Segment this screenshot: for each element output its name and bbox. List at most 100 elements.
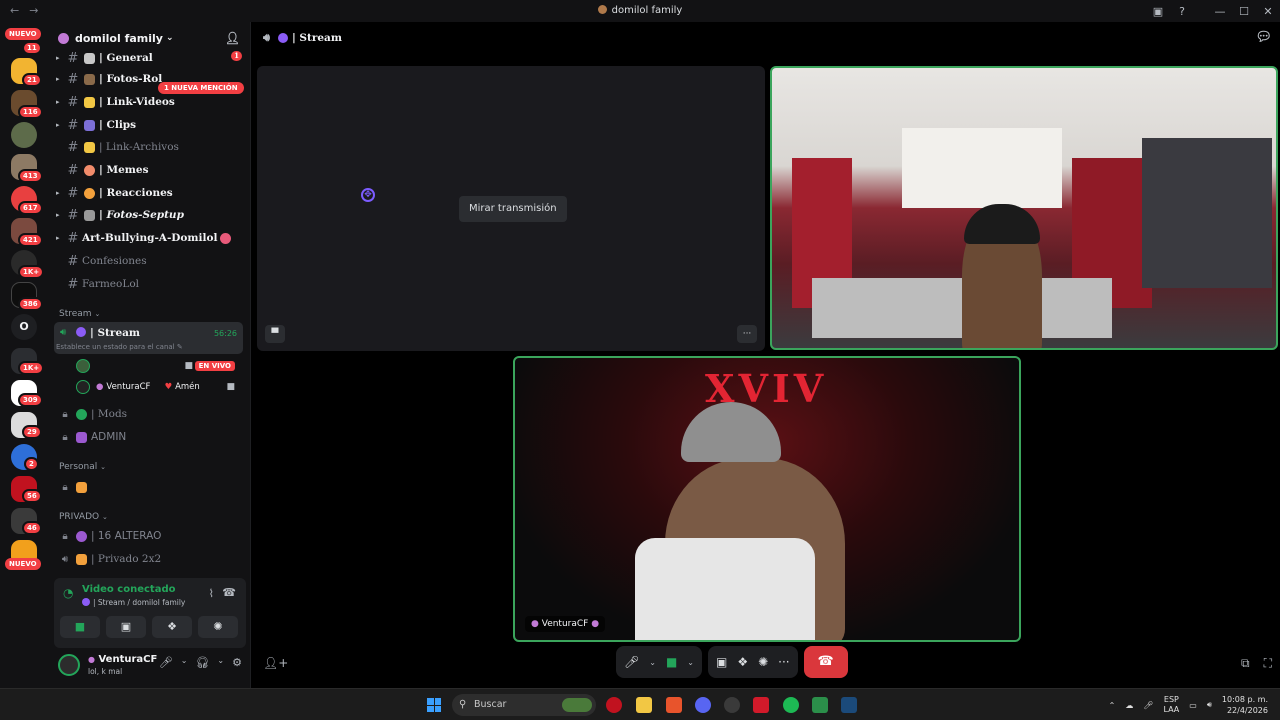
windows-start-icon[interactable] [427,698,441,712]
system-tray: ⌃ ☁ 🎤︎ ESP LAA ▭ 🔊︎ 10:08 p. m. 22/4/2026 [1109,693,1268,717]
title-bar: ← → domilol family ▣ ? — ☐ ✕ [0,0,1280,22]
brave-browser-icon[interactable] [666,697,682,713]
taskbar-search[interactable]: ⚲ Buscar [452,694,596,716]
display-icon[interactable]: ▭ [1189,701,1197,710]
new-pill[interactable]: NUEVO [5,28,41,40]
channel-link-archivos[interactable]: # | Link-Archivos [56,137,242,157]
server-icon-3[interactable] [11,122,37,148]
disconnect-button[interactable]: ☎ [803,646,848,678]
voice-user-2[interactable]: ● VenturaCF ♥ Amén ■ [76,377,241,397]
user-name[interactable]: ● VenturaCF [88,654,157,665]
category-stream[interactable]: Stream ⌄ [59,309,100,319]
channel-label: | Reacciones [99,187,173,199]
activities-button[interactable]: ❖ [152,616,192,638]
network-icon[interactable]: ☁ [1125,701,1133,710]
hash-icon: # [67,71,79,87]
screen-share-button[interactable]: ▣ [106,616,146,638]
chevron-right-icon: ▸ [56,121,60,129]
spotify-icon[interactable] [783,697,799,713]
channel-privado-2x2[interactable]: 🔊︎ | Privado 2x2 [56,549,242,569]
emoji-icon [84,73,95,85]
screen-share-icon[interactable]: ▣ [716,655,727,669]
volume-icon[interactable]: 🔊︎ [1207,700,1212,710]
server-icon-letter[interactable]: O [11,314,37,340]
channel-label: FarmeoLol [82,278,139,290]
watch-stream-button[interactable]: Mirar transmisión [459,196,567,222]
clock[interactable]: 10:08 p. m. 22/4/2026 [1222,694,1268,716]
channel-alterao[interactable]: 🔒︎ | 16 ALTERAO [56,526,242,546]
new-pill[interactable]: NUEVO [5,558,41,570]
camera-tile-1[interactable] [770,66,1278,350]
channel-reacciones[interactable]: ▸ # | Reacciones [56,183,242,203]
app-icon[interactable] [812,697,828,713]
file-explorer-icon[interactable] [636,697,652,713]
chevron-down-icon[interactable]: ⌄ [181,656,188,669]
chevron-down-icon[interactable]: ⌄ [687,658,694,667]
channel-art-bullying[interactable]: ▸ # Art-Bullying-A-Domilol [56,228,242,248]
media-app-icon[interactable] [606,697,622,713]
channel-farmeolol[interactable]: # FarmeoLol [56,274,242,294]
maximize-button[interactable]: ☐ [1232,5,1256,18]
channel-admin[interactable]: 🔒︎ ADMIN [56,427,242,447]
badge: 46 [22,521,42,535]
soundboard-icon[interactable]: ✺ [758,655,768,669]
activities-icon[interactable]: ❖ [737,655,748,669]
search-icon: ⚲ [459,699,467,710]
add-person-icon[interactable]: 👤︎+ [263,656,288,670]
opera-icon[interactable] [753,697,769,713]
fullscreen-icon[interactable]: ⛶ [1264,656,1272,671]
soundboard-button[interactable]: ✺ [198,616,238,638]
more-options-icon[interactable]: ··· [737,325,757,343]
hash-icon: # [67,162,79,178]
noise-suppression-icon[interactable]: ⌇ [209,587,214,600]
minimize-button[interactable]: — [1208,5,1232,18]
channel-link-videos[interactable]: ▸ # | Link-Videos [56,92,242,112]
steam-icon[interactable] [841,697,857,713]
camera-icon[interactable]: ■ [666,655,677,669]
app-icon[interactable] [724,697,740,713]
discord-icon[interactable] [695,697,711,713]
popout-icon[interactable]: ⧉ [1241,656,1250,671]
voice-status[interactable]: Video conectado [82,584,175,595]
inbox-icon[interactable]: ▣ [1146,5,1170,18]
help-icon[interactable]: ? [1170,5,1194,18]
channel-clips[interactable]: ▸ # | Clips [56,115,242,135]
voice-user-1[interactable]: ■ EN VIVO [76,356,241,376]
emoji-icon [84,209,95,221]
channel-mods[interactable]: 🔒︎ | Mods [56,404,242,424]
category-privado[interactable]: PRIVADO ⌄ [59,512,108,522]
disconnect-icon[interactable]: ☎ [222,586,236,599]
stream-tile[interactable]: ✥ Mirar transmisión ▀ ··· [257,66,765,351]
beanie [964,204,1040,244]
channel-status-hint[interactable]: Establece un estado para el canal ✎ [56,343,183,351]
gear-icon[interactable]: ⚙ [232,656,242,669]
chevron-down-icon[interactable]: ⌄ [649,658,656,667]
microphone-icon[interactable]: 🎤︎ [624,655,639,669]
avatar[interactable] [58,654,80,676]
channel-confesiones[interactable]: # Confesiones [56,251,242,271]
hash-icon: # [67,207,79,223]
camera-tile-2[interactable]: XVIV ● VenturaCF ● [513,356,1021,642]
more-icon[interactable]: ··· [778,655,789,669]
camera-button[interactable]: ■ [60,616,100,638]
language-indicator[interactable]: ESP LAA [1163,695,1179,715]
search-highlight-icon [562,698,592,712]
microphone-icon[interactable]: 🎤︎ [159,656,173,669]
voice-channel-stream[interactable]: 🔊︎ | Stream 56:26 Establece un estado pa… [54,322,243,354]
category-personal[interactable]: Personal ⌄ [59,462,106,472]
badge: 56 [22,489,42,503]
voice-location[interactable]: | Stream / domilol family [82,598,185,607]
add-member-icon[interactable]: 👤︎ [225,31,240,45]
headphones-icon[interactable]: 🎧︎ [195,656,209,669]
channel-memes[interactable]: # | Memes [56,160,242,180]
chat-bubble-icon[interactable]: 💬︎ [1255,30,1272,45]
chevron-up-icon[interactable]: ⌃ [1109,701,1116,710]
microphone-icon[interactable]: 🎤︎ [1143,701,1153,710]
channel-general[interactable]: ▸ # | General 1 [56,48,242,68]
channel-fotos-septup[interactable]: ▸ # | Fotos-Septup [56,205,242,225]
close-button[interactable]: ✕ [1256,5,1280,18]
chevron-down-icon[interactable]: ⌄ [217,656,224,669]
channel-personal-locked[interactable]: 🔒︎ [56,477,242,497]
badge: 116 [18,105,43,119]
stream-preview-icon[interactable]: ▀ [265,325,285,343]
